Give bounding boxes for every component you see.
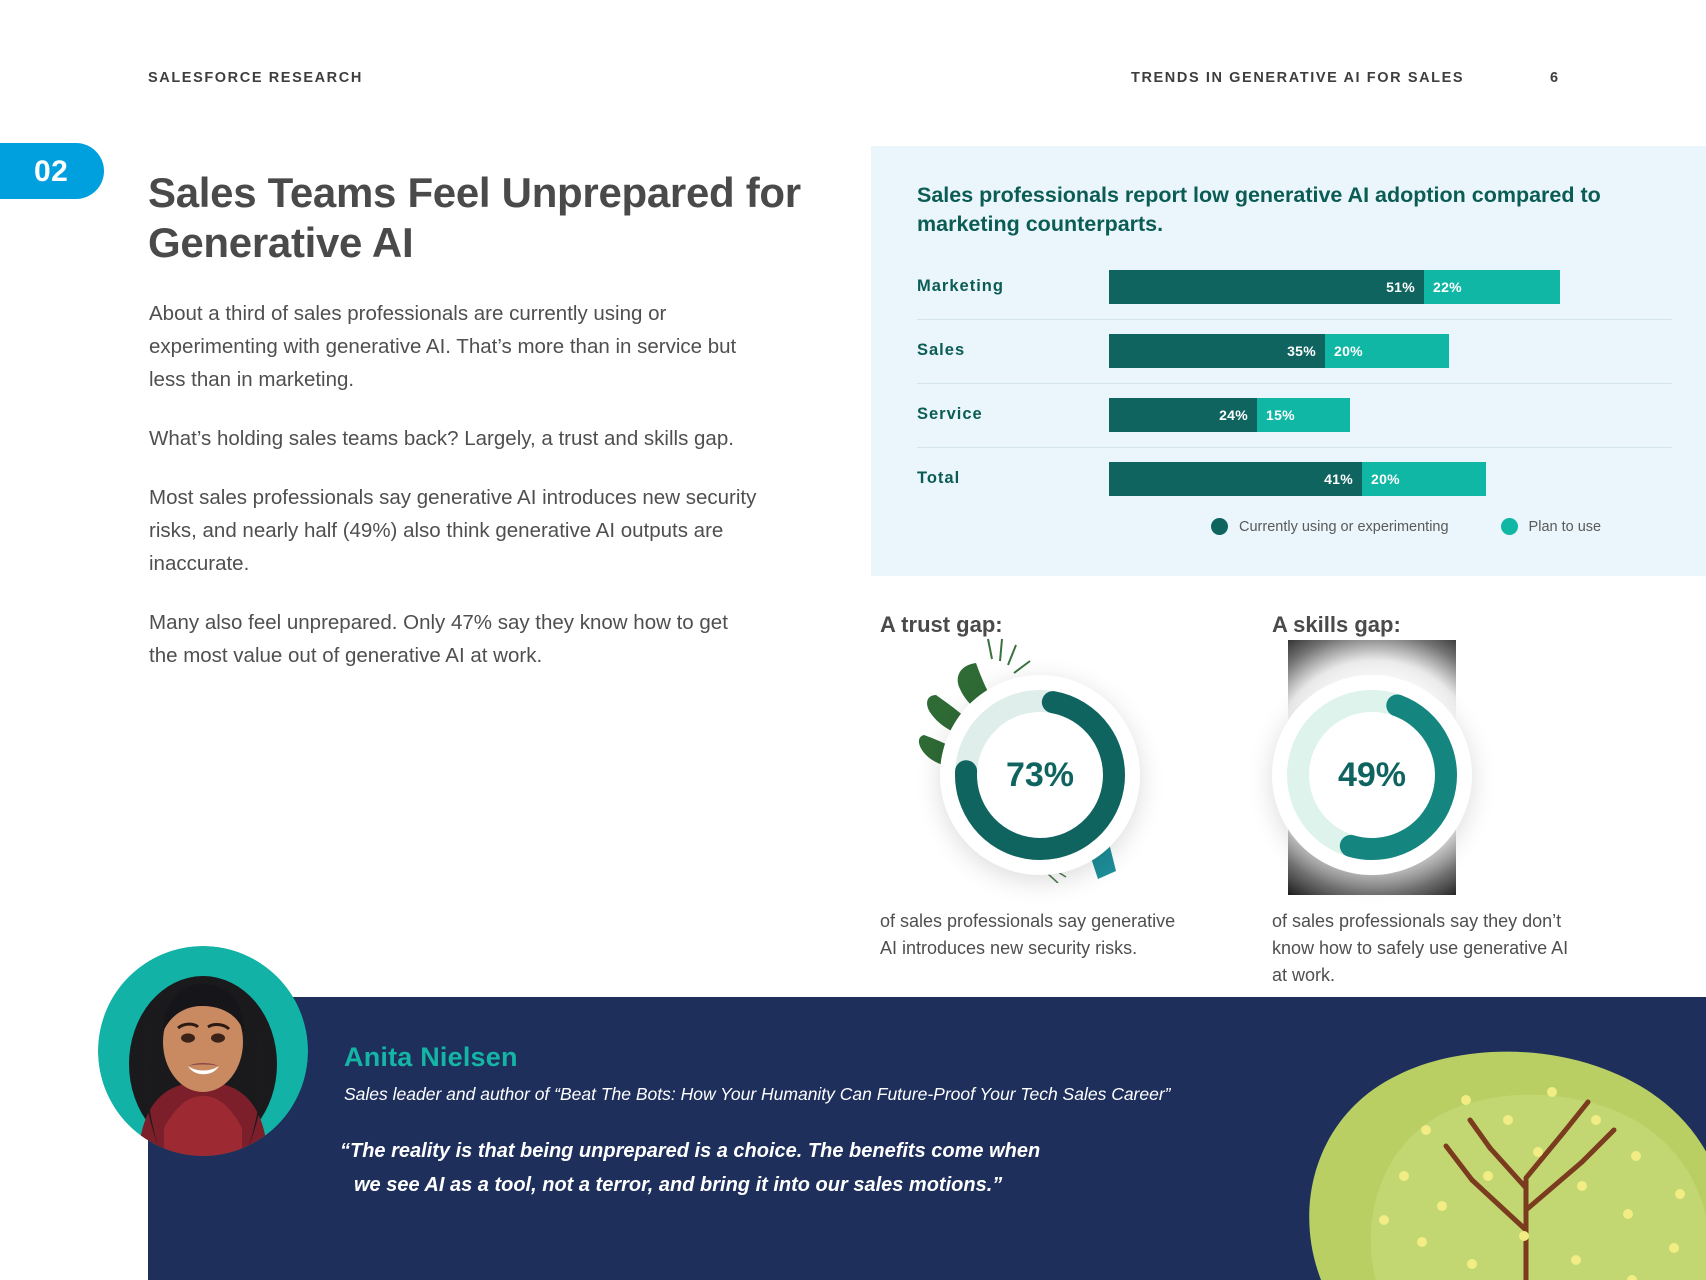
bar-segment-plan: 20% <box>1325 334 1449 368</box>
testimonial-quote-line-2: we see AI as a tool, not a terror, and b… <box>354 1174 1003 1196</box>
chart-row-service: Service 24% 15% <box>917 383 1672 447</box>
chart-row-label: Sales <box>917 341 966 359</box>
page-title: Sales Teams Feel Unprepared for Generati… <box>148 169 801 267</box>
trust-gap-value: 73% <box>1005 755 1075 794</box>
legend-label: Currently using or experimenting <box>1239 518 1449 535</box>
legend-label: Plan to use <box>1528 518 1602 535</box>
bar-segment-plan: 15% <box>1257 398 1350 432</box>
bar-segment-current: 51% <box>1109 270 1424 304</box>
chart-row-label: Total <box>917 469 961 487</box>
bar-segment-current: 41% <box>1109 462 1362 496</box>
section-number-badge: 02 <box>0 143 104 199</box>
bar-segment-plan: 20% <box>1362 462 1486 496</box>
chart-row-sales: Sales 35% 20% <box>917 319 1672 383</box>
legend-swatch-icon <box>1211 518 1228 535</box>
testimonial-author-name: Anita Nielsen <box>344 1042 518 1072</box>
skills-gap-value: 49% <box>1337 755 1407 794</box>
header-report-title: TRENDS IN GENERATIVE AI FOR SALES <box>1131 70 1465 86</box>
testimonial-quote: “The reality is that being unprepared is… <box>340 1134 1160 1202</box>
section-number-label: 02 <box>34 155 69 188</box>
bar-value-label: 20% <box>1334 343 1363 359</box>
stacked-bar-chart: Marketing 51% 22% Sales 35% 20% Service … <box>917 256 1672 511</box>
avatar <box>98 946 308 1156</box>
bar-value-label: 51% <box>1386 279 1415 295</box>
bar-track: 24% 15% <box>1109 398 1350 432</box>
header-brand: SALESFORCE RESEARCH <box>148 70 363 86</box>
body-paragraph-1: About a third of sales professionals are… <box>149 302 737 391</box>
legend-swatch-icon <box>1500 518 1518 535</box>
trust-gap-caption: of sales professionals say generative AI… <box>880 911 1176 958</box>
skills-gap-donut: 49% <box>1252 655 1492 895</box>
legend-item-plan-to-use: Plan to use <box>1500 518 1602 535</box>
trust-gap-donut: 73% <box>918 638 1160 895</box>
body-paragraph-4: Many also feel unprepared. Only 47% say … <box>149 611 728 667</box>
bar-value-label: 41% <box>1324 471 1353 487</box>
chart-row-label: Service <box>917 405 983 423</box>
chart-legend: Currently using or experimenting Plan to… <box>1211 518 1601 535</box>
bar-value-label: 24% <box>1219 407 1248 423</box>
testimonial-author-role: Sales leader and author of “Beat The Bot… <box>344 1084 1171 1104</box>
testimonial-band: Anita Nielsen Sales leader and author of… <box>148 997 1706 1280</box>
page-number: 6 <box>1550 70 1560 86</box>
bar-track: 35% 20% <box>1109 334 1449 368</box>
body-paragraph-3: Most sales professionals say generative … <box>149 486 757 575</box>
chart-title: Sales professionals report low generativ… <box>917 183 1601 236</box>
avatar-photo <box>98 946 308 1156</box>
chart-row-label: Marketing <box>917 277 1004 295</box>
chart-row-total: Total 41% 20% <box>917 447 1672 511</box>
skills-gap-title: A skills gap: <box>1272 612 1401 637</box>
page-header: SALESFORCE RESEARCH TRENDS IN GENERATIVE… <box>0 70 1706 94</box>
bar-track: 41% 20% <box>1109 462 1486 496</box>
bar-value-label: 22% <box>1433 279 1462 295</box>
bar-value-label: 20% <box>1371 471 1400 487</box>
legend-item-currently-using: Currently using or experimenting <box>1211 518 1449 535</box>
body-paragraph-2: What’s holding sales teams back? Largely… <box>149 427 734 450</box>
skills-gap-caption: of sales professionals say they don’t kn… <box>1272 911 1569 985</box>
adoption-chart-panel: Sales professionals report low generativ… <box>871 146 1706 576</box>
bar-segment-current: 35% <box>1109 334 1325 368</box>
tree-illustration-icon <box>1309 1051 1706 1280</box>
body-copy: About a third of sales professionals are… <box>149 297 759 698</box>
bar-value-label: 15% <box>1266 407 1295 423</box>
chart-row-marketing: Marketing 51% 22% <box>917 256 1672 319</box>
skills-gap-block: A skills gap: <box>1272 612 1592 638</box>
bar-segment-current: 24% <box>1109 398 1257 432</box>
testimonial-quote-line-1: “The reality is that being unprepared is… <box>340 1140 1041 1162</box>
bar-track: 51% 22% <box>1109 270 1560 304</box>
bar-segment-plan: 22% <box>1424 270 1560 304</box>
bar-value-label: 35% <box>1287 343 1316 359</box>
